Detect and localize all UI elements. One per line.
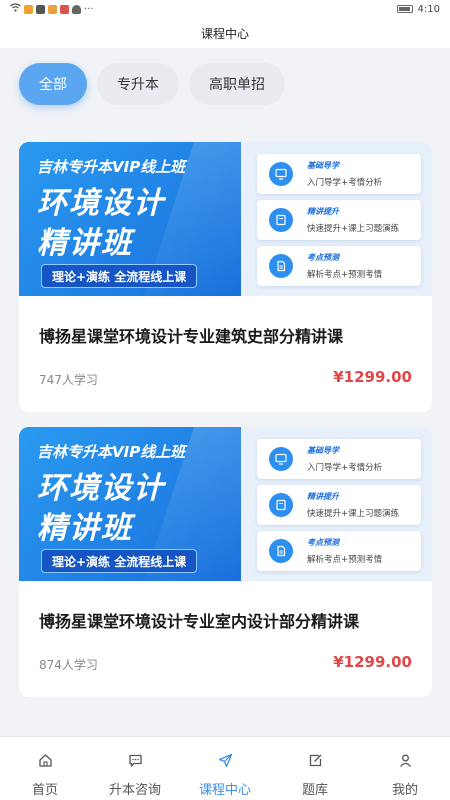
feature-title: 基础导学 bbox=[307, 161, 339, 170]
tab-courses[interactable]: 课程中心 bbox=[180, 737, 270, 800]
course-price: ¥1299.00 bbox=[333, 368, 412, 386]
course-title: 博扬星课堂环境设计专业室内设计部分精讲课 bbox=[39, 612, 360, 631]
banner-features: 基础导学 入门导学+考情分析 精讲提升 快速提升+课上习题演练 考点预测 解析考… bbox=[241, 142, 432, 296]
category-filters: 全部 专升本 高职单招 bbox=[19, 63, 285, 105]
feature-title: 精讲提升 bbox=[307, 207, 339, 216]
feature-desc: 入门导学+考情分析 bbox=[307, 463, 383, 473]
course-price: ¥1299.00 bbox=[333, 653, 412, 671]
send-icon bbox=[218, 751, 233, 769]
tab-consult[interactable]: 升本咨询 bbox=[90, 737, 180, 800]
banner-title-line1: 环境设计 bbox=[37, 471, 165, 506]
notification-icon bbox=[60, 4, 69, 14]
feature-item: 基础导学 入门导学+考情分析 bbox=[257, 154, 421, 194]
tab-question-bank[interactable]: 题库 bbox=[270, 737, 360, 800]
book-icon bbox=[269, 208, 293, 232]
banner-pill: 理论+演练 全流程线上课 bbox=[41, 549, 198, 573]
filter-chip-upgrade[interactable]: 专升本 bbox=[97, 63, 179, 105]
document-icon bbox=[269, 254, 293, 278]
feature-item: 考点预测 解析考点+预测考情 bbox=[257, 246, 421, 286]
filter-chip-label: 高职单招 bbox=[209, 77, 265, 93]
banner-features: 基础导学 入门导学+考情分析 精讲提升 快速提升+课上习题演练 考点预测 解析考… bbox=[241, 427, 432, 581]
tab-label: 题库 bbox=[301, 783, 328, 798]
filter-chip-label: 专升本 bbox=[117, 77, 159, 93]
home-icon bbox=[38, 751, 53, 769]
tab-label: 升本咨询 bbox=[108, 783, 161, 798]
feature-title: 考点预测 bbox=[307, 253, 339, 262]
course-banner: 吉林专升本VIP线上班 环境设计 精讲班 理论+演练 全流程线上课 基础导学 入… bbox=[19, 427, 432, 581]
monitor-icon bbox=[269, 162, 293, 186]
tab-label: 首页 bbox=[31, 783, 58, 798]
tab-home[interactable]: 首页 bbox=[0, 737, 90, 800]
feature-desc: 解析考点+预测考情 bbox=[307, 270, 383, 280]
filter-chip-all[interactable]: 全部 bbox=[19, 63, 87, 105]
feature-desc: 解析考点+预测考情 bbox=[307, 555, 383, 565]
feature-item: 基础导学 入门导学+考情分析 bbox=[257, 439, 421, 479]
feature-item: 精讲提升 快速提升+课上习题演练 bbox=[257, 200, 421, 240]
course-title: 博扬星课堂环境设计专业建筑史部分精讲课 bbox=[39, 327, 344, 346]
book-icon bbox=[269, 493, 293, 517]
feature-desc: 快速提升+课上习题演练 bbox=[307, 224, 400, 234]
more-icon: ··· bbox=[84, 3, 94, 15]
notification-icon bbox=[24, 4, 33, 14]
monitor-icon bbox=[269, 447, 293, 471]
status-bar: ··· 4:10 bbox=[0, 0, 450, 18]
edit-icon bbox=[308, 751, 323, 769]
course-card[interactable]: 吉林专升本VIP线上班 环境设计 精讲班 理论+演练 全流程线上课 基础导学 入… bbox=[19, 427, 432, 697]
status-time: 4:10 bbox=[417, 3, 440, 15]
tab-label: 课程中心 bbox=[198, 783, 251, 798]
user-icon bbox=[398, 751, 413, 769]
status-icons: ··· bbox=[10, 3, 94, 15]
banner-promo: 吉林专升本VIP线上班 环境设计 精讲班 理论+演练 全流程线上课 bbox=[19, 142, 285, 296]
chat-icon bbox=[128, 751, 143, 769]
tab-label: 我的 bbox=[391, 783, 418, 798]
filter-chip-vocational[interactable]: 高职单招 bbox=[189, 63, 285, 105]
feature-title: 基础导学 bbox=[307, 446, 339, 455]
battery-icon bbox=[396, 5, 413, 13]
course-card[interactable]: 吉林专升本VIP线上班 环境设计 精讲班 理论+演练 全流程线上课 基础导学 入… bbox=[19, 142, 432, 412]
wifi-icon bbox=[10, 3, 21, 15]
notification-icon bbox=[48, 4, 57, 14]
filter-chip-label: 全部 bbox=[39, 77, 67, 93]
banner-tag: 吉林专升本VIP线上班 bbox=[37, 443, 186, 461]
feature-item: 考点预测 解析考点+预测考情 bbox=[257, 531, 421, 571]
learner-count: 747人学习 bbox=[39, 373, 98, 387]
document-icon bbox=[269, 539, 293, 563]
tab-profile[interactable]: 我的 bbox=[360, 737, 450, 800]
banner-title-line1: 环境设计 bbox=[37, 186, 165, 221]
banner-tag: 吉林专升本VIP线上班 bbox=[37, 158, 186, 176]
course-banner: 吉林专升本VIP线上班 环境设计 精讲班 理论+演练 全流程线上课 基础导学 入… bbox=[19, 142, 432, 296]
page-title-bar: 课程中心 bbox=[0, 18, 450, 48]
feature-desc: 入门导学+考情分析 bbox=[307, 178, 383, 188]
feature-title: 精讲提升 bbox=[307, 492, 339, 501]
shield-icon bbox=[72, 4, 81, 14]
feature-desc: 快速提升+课上习题演练 bbox=[307, 509, 400, 519]
banner-promo: 吉林专升本VIP线上班 环境设计 精讲班 理论+演练 全流程线上课 bbox=[19, 427, 285, 581]
page-title: 课程中心 bbox=[200, 26, 249, 41]
banner-pill: 理论+演练 全流程线上课 bbox=[41, 264, 198, 288]
feature-title: 考点预测 bbox=[307, 538, 339, 547]
banner-title-line2: 精讲班 bbox=[37, 511, 133, 546]
learner-count: 874人学习 bbox=[39, 658, 98, 672]
banner-title-line2: 精讲班 bbox=[37, 226, 133, 261]
bottom-tab-bar: 首页 升本咨询 课程中心 题库 我的 bbox=[0, 736, 450, 800]
notification-icon bbox=[36, 4, 45, 14]
feature-item: 精讲提升 快速提升+课上习题演练 bbox=[257, 485, 421, 525]
